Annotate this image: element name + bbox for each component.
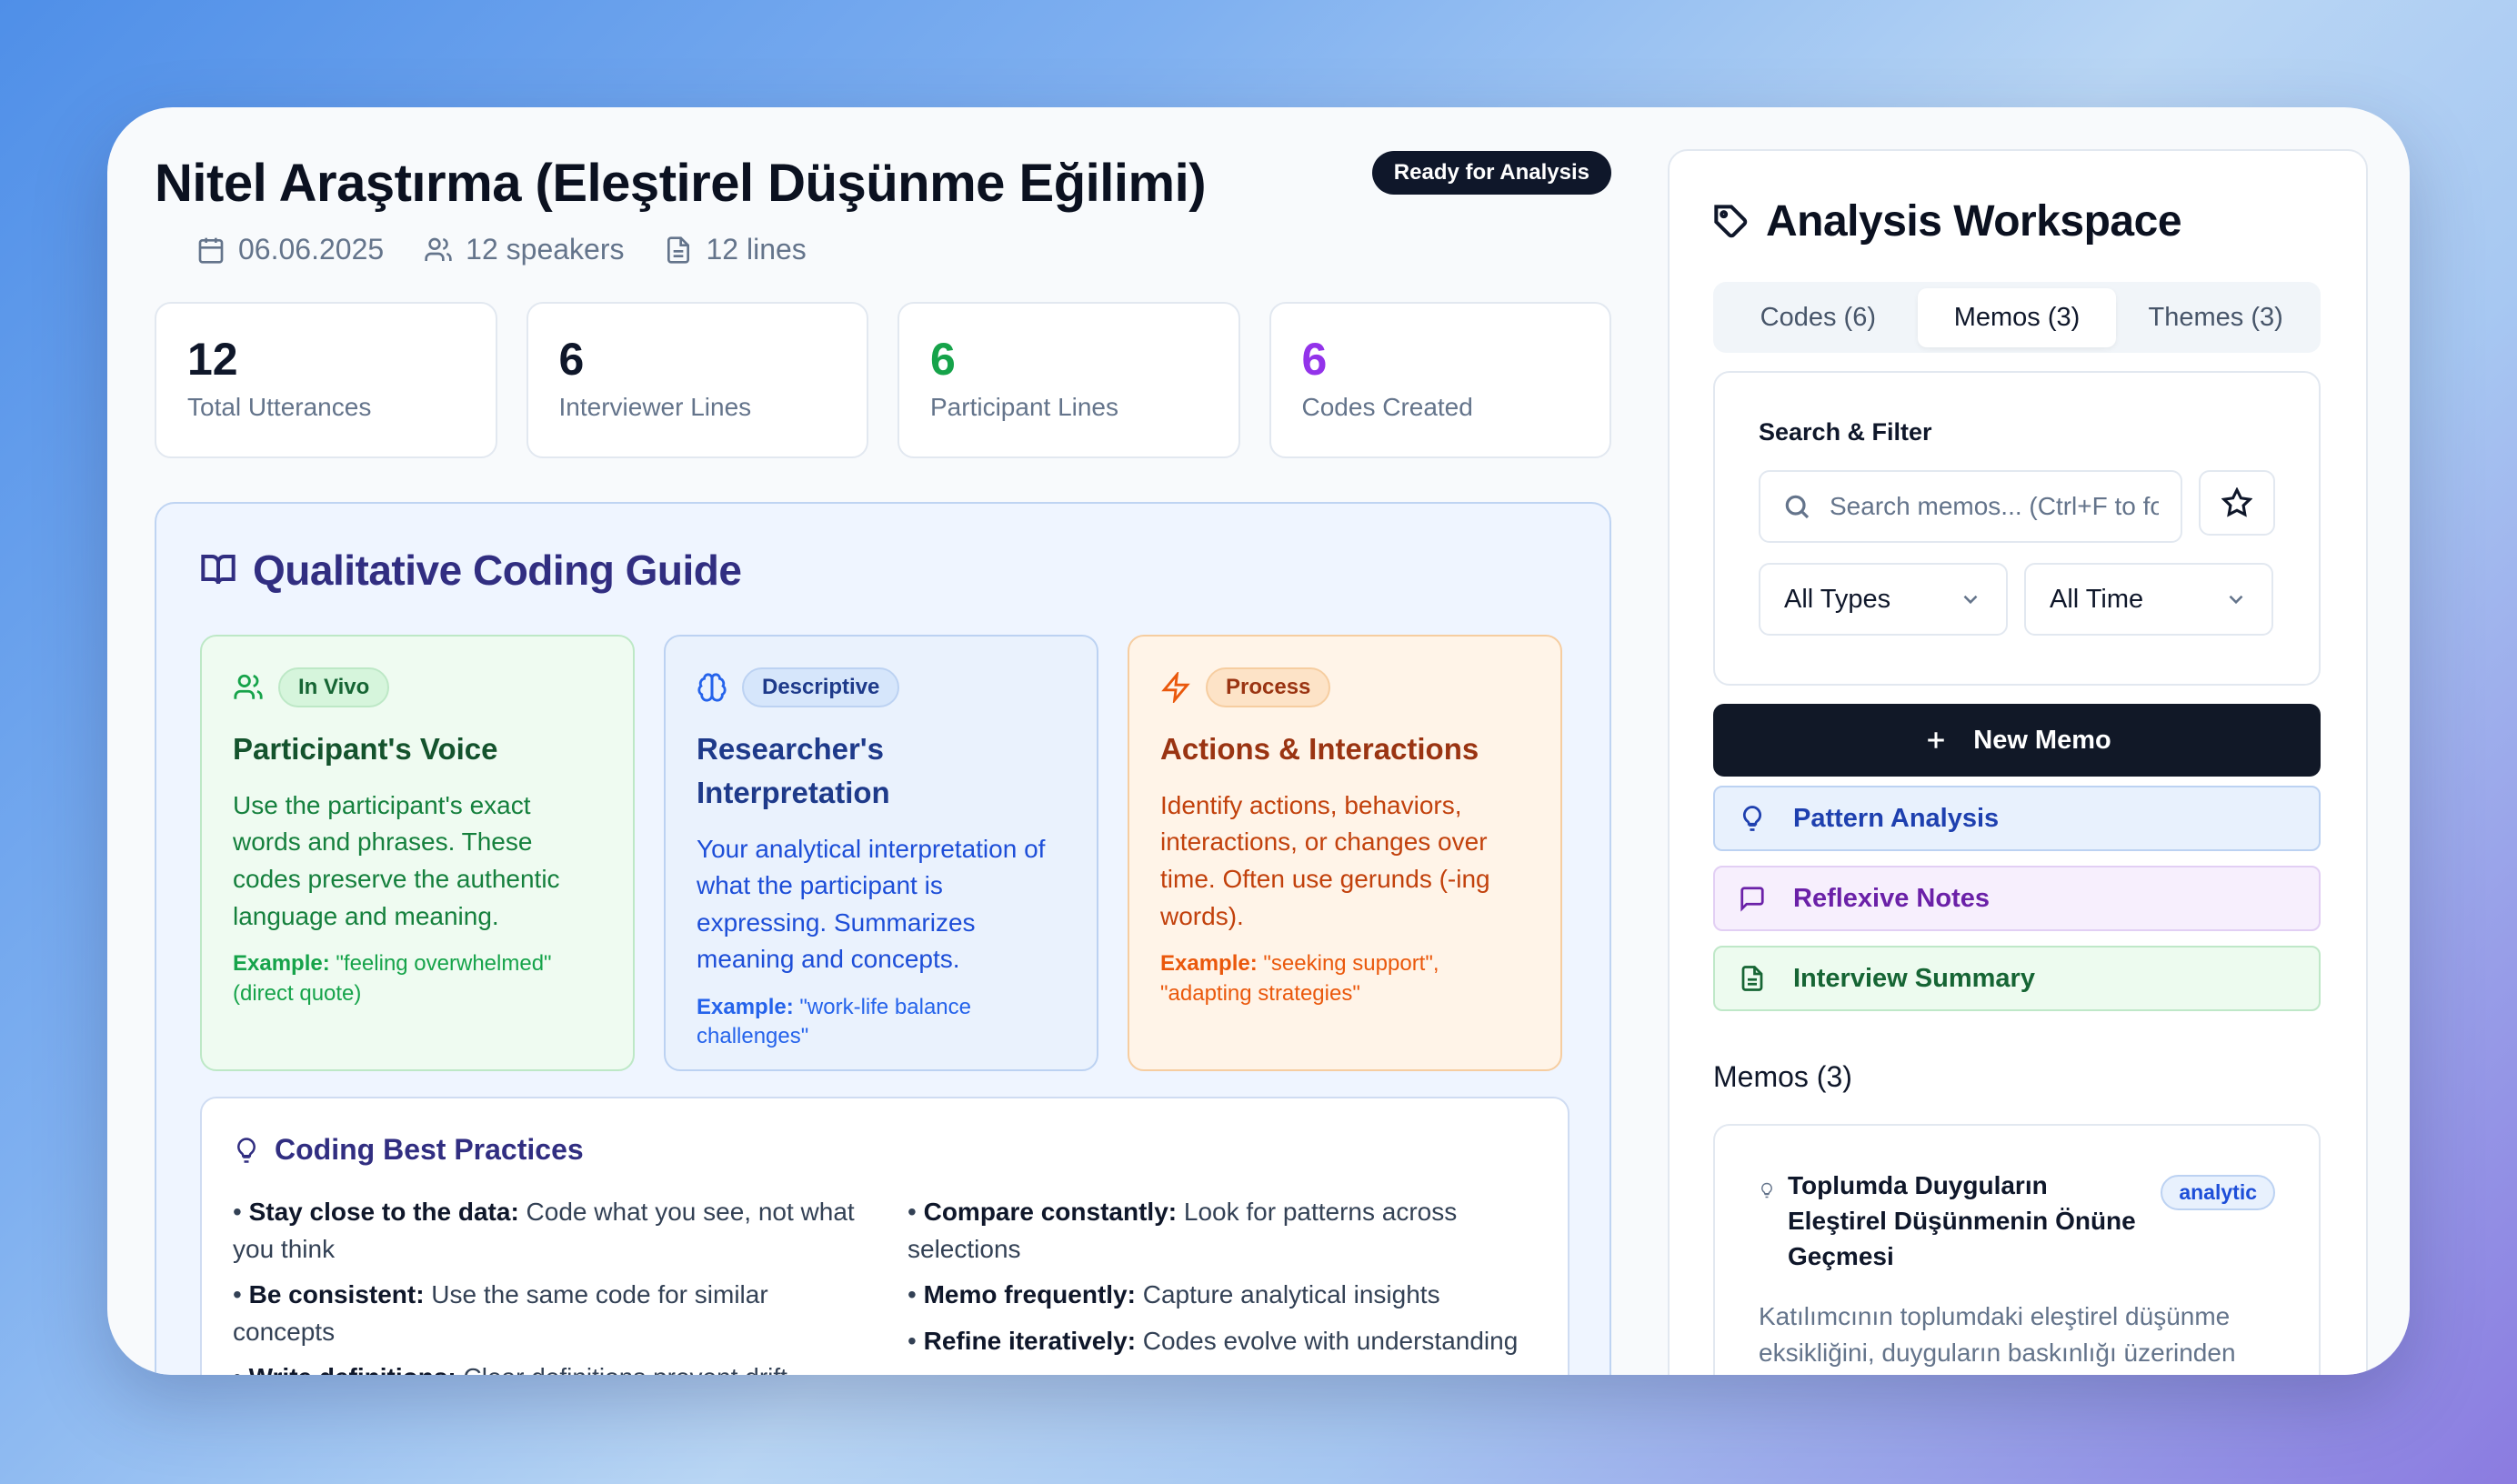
file-text-icon: [1741, 966, 1763, 991]
practice-item: • Refine iteratively: Codes evolve with …: [908, 1326, 1519, 1355]
lines-meta: 12 lines: [664, 233, 807, 266]
stat-codes-created: 6 Codes Created: [1269, 302, 1611, 458]
practice-item: • Memo frequently: Capture analytical in…: [908, 1280, 1440, 1309]
practice-item: • Compare constantly: Look for patterns …: [908, 1198, 1458, 1263]
workspace-title: Analysis Workspace: [1766, 197, 2182, 246]
new-memo-button[interactable]: New Memo: [1713, 704, 2321, 777]
search-box: [1759, 470, 2183, 543]
stat-total-utterances: 12 Total Utterances: [155, 302, 497, 458]
filter-label: Search & Filter: [1759, 418, 1932, 446]
speakers-meta: 12 speakers: [424, 233, 624, 266]
new-memo-label: New Memo: [1973, 725, 2111, 755]
chevron-down-icon: [2229, 595, 2243, 605]
stat-participant-lines: 6 Participant Lines: [897, 302, 1240, 458]
message-square-icon: [1740, 887, 1764, 912]
code-card-process: Process Actions & Interactions Identify …: [1128, 635, 1562, 1071]
stat-interviewer-lines: 6 Interviewer Lines: [526, 302, 868, 458]
tab-themes[interactable]: Themes (3): [2116, 288, 2315, 347]
code-card-title: Actions & Interactions: [1160, 732, 1479, 766]
template-label: Pattern Analysis: [1793, 803, 2000, 833]
code-type-tag: Descriptive: [742, 667, 900, 707]
search-icon: [1785, 495, 1810, 519]
tag-icon: [1714, 204, 1748, 237]
calendar-icon: [198, 237, 224, 264]
stats-row: 12 Total Utterances 6 Interviewer Lines …: [155, 302, 1611, 458]
plus-icon: [1928, 732, 1944, 748]
tab-memos[interactable]: Memos (3): [1917, 287, 2117, 347]
code-card-example: Example: "work-life balance challenges": [697, 995, 971, 1049]
coding-guide-title: Qualitative Coding Guide: [253, 546, 742, 594]
code-card-body: Identify actions, behaviors, interaction…: [1160, 790, 1490, 930]
star-icon: [2221, 487, 2253, 517]
best-practices-title: Coding Best Practices: [275, 1133, 584, 1166]
tab-codes[interactable]: Codes (6): [1719, 288, 1918, 347]
stat-value: 6: [930, 334, 956, 385]
time-select[interactable]: All Time: [2024, 563, 2273, 636]
template-label: Interview Summary: [1793, 963, 2035, 993]
practice-item: • Be consistent: Use the same code for s…: [233, 1280, 768, 1346]
favorites-filter-button[interactable]: [2199, 470, 2275, 536]
template-label: Reflexive Notes: [1793, 883, 1990, 913]
code-card-example: Example: "seeking support", "adapting st…: [1160, 951, 1439, 1006]
lightbulb-icon: [1743, 806, 1761, 831]
practice-item: • Stay close to the data: Code what you …: [233, 1198, 855, 1263]
stat-value: 6: [558, 334, 585, 385]
analysis-workspace-panel: Analysis Workspace Codes (6) Memos (3) T…: [1668, 149, 2368, 1375]
coding-guide: Qualitative Coding Guide In Vivo Partici…: [155, 502, 1611, 1375]
code-card-example: Example: "feeling overwhelmed" (direct q…: [233, 951, 552, 1006]
status-badge: Ready for Analysis: [1371, 151, 1611, 195]
search-filter-panel: Search & Filter All Types All Time: [1713, 371, 2321, 686]
file-text-icon: [667, 236, 690, 264]
users-icon: [425, 237, 452, 261]
users-icon: [234, 674, 263, 699]
page-title: Nitel Araştırma (Eleştirel Düşünme Eğili…: [155, 154, 1207, 213]
search-input[interactable]: [1830, 492, 2160, 521]
code-card-body: Use the participant's exact words and ph…: [233, 790, 560, 930]
practice-item: • Write definitions: Clear definitions p…: [233, 1359, 862, 1375]
code-card-descriptive: Descriptive Researcher's Interpretation …: [664, 635, 1098, 1071]
code-card-body: Your analytical interpretation of what t…: [697, 834, 1046, 974]
date-meta: 06.06.2025: [196, 233, 384, 266]
stat-label: Codes Created: [1301, 393, 1473, 421]
stat-label: Interviewer Lines: [558, 393, 752, 421]
book-open-icon: [201, 555, 236, 585]
template-reflexive-notes[interactable]: Reflexive Notes: [1713, 866, 2321, 931]
stat-value: 6: [1301, 334, 1328, 385]
memos-heading: Memos (3): [1713, 1060, 1852, 1093]
memo-title: Toplumda Duyguların Eleştirel Düşünmenin…: [1788, 1171, 2136, 1271]
speakers-text: 12 speakers: [466, 233, 625, 266]
transcript-overview-panel: Nitel Araştırma (Eleştirel Düşünme Eğili…: [155, 107, 1611, 1375]
memo-type-badge: analytic: [2161, 1175, 2275, 1210]
stat-label: Total Utterances: [187, 393, 372, 421]
zap-icon: [1161, 672, 1190, 703]
workspace-tabs: Codes (6) Memos (3) Themes (3): [1713, 282, 2321, 353]
date-text: 06.06.2025: [238, 233, 385, 266]
time-select-value: All Time: [2050, 584, 2144, 614]
code-type-tag: Process: [1206, 667, 1331, 707]
code-type-cards: In Vivo Participant's Voice Use the part…: [200, 635, 1562, 1071]
coding-guide-header: Qualitative Coding Guide: [200, 546, 742, 595]
stat-label: Participant Lines: [930, 393, 1119, 421]
chevron-down-icon: [1963, 595, 1978, 605]
app-window: Nitel Araştırma (Eleştirel Düşünme Eğili…: [107, 107, 2410, 1375]
brain-icon: [697, 673, 727, 702]
practices-column-left: • Stay close to the data: Code what you …: [233, 1194, 862, 1375]
transcript-meta: 06.06.2025 12 speakers 12 lines: [196, 233, 807, 266]
code-card-in-vivo: In Vivo Participant's Voice Use the part…: [200, 635, 635, 1071]
type-select-value: All Types: [1784, 584, 1891, 614]
type-select[interactable]: All Types: [1759, 563, 2008, 636]
memo-preview: Katılımcının toplumdaki eleştirel düşünm…: [1759, 1301, 2236, 1368]
practices-column-right: • Compare constantly: Look for patterns …: [908, 1194, 1537, 1375]
template-interview-summary[interactable]: Interview Summary: [1713, 946, 2321, 1011]
lightbulb-icon: [237, 1137, 256, 1163]
template-pattern-analysis[interactable]: Pattern Analysis: [1713, 786, 2321, 851]
stat-value: 12: [187, 334, 238, 385]
code-card-title: Researcher's Interpretation: [697, 732, 890, 809]
code-card-title: Participant's Voice: [233, 732, 498, 766]
memo-card[interactable]: Toplumda Duyguların Eleştirel Düşünmenin…: [1713, 1124, 2321, 1375]
code-type-tag: In Vivo: [278, 667, 390, 707]
lightbulb-icon: [1761, 1182, 1772, 1198]
best-practices-panel: Coding Best Practices • Stay close to th…: [200, 1097, 1569, 1375]
lines-text: 12 lines: [706, 233, 807, 266]
